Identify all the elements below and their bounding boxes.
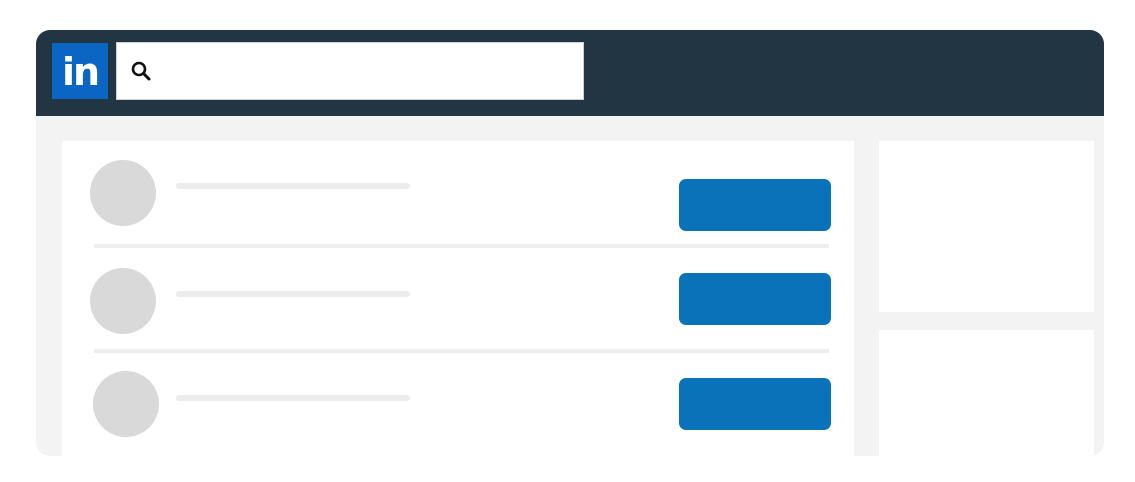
avatar[interactable] xyxy=(90,160,156,226)
search-box[interactable] xyxy=(116,42,584,100)
search-icon xyxy=(131,61,151,81)
top-navigation-bar: in xyxy=(36,30,1104,116)
connect-button[interactable] xyxy=(679,179,831,231)
name-placeholder[interactable] xyxy=(176,291,410,297)
logo-text: in xyxy=(61,50,100,94)
sidebar-card xyxy=(879,141,1094,312)
list-item xyxy=(62,351,854,451)
sidebar-card xyxy=(879,330,1094,456)
app-window: in xyxy=(36,30,1104,456)
list-item xyxy=(62,141,854,241)
name-placeholder[interactable] xyxy=(176,183,410,189)
results-list xyxy=(62,141,854,456)
connect-button[interactable] xyxy=(679,273,831,325)
avatar[interactable] xyxy=(90,268,156,334)
name-placeholder[interactable] xyxy=(176,395,410,401)
avatar[interactable] xyxy=(93,371,159,437)
connect-button[interactable] xyxy=(679,378,831,430)
linkedin-logo[interactable]: in xyxy=(52,43,108,99)
list-item xyxy=(62,246,854,346)
search-input[interactable] xyxy=(159,50,583,92)
